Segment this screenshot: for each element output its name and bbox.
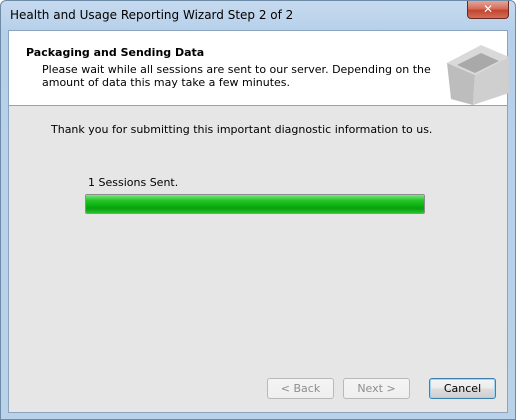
back-button[interactable]: < Back [267, 378, 334, 399]
wizard-window: Health and Usage Reporting Wizard Step 2… [0, 0, 516, 420]
cancel-button[interactable]: Cancel [429, 378, 496, 399]
progress-fill [86, 195, 424, 213]
step-description: Please wait while all sessions are sent … [42, 63, 431, 89]
close-icon: ✕ [482, 2, 494, 16]
thank-you-message: Thank you for submitting this important … [51, 123, 433, 136]
next-button[interactable]: Next > [343, 378, 410, 399]
box-icon [447, 45, 509, 105]
window-title: Health and Usage Reporting Wizard Step 2… [10, 8, 294, 22]
progress-bar [85, 194, 425, 214]
title-bar[interactable]: Health and Usage Reporting Wizard Step 2… [1, 1, 515, 29]
wizard-client-area: Packaging and Sending Data Please wait w… [8, 30, 509, 413]
step-title: Packaging and Sending Data [26, 46, 205, 59]
close-button[interactable]: ✕ [467, 1, 509, 19]
sessions-sent-label: 1 Sessions Sent. [88, 176, 179, 189]
wizard-header: Packaging and Sending Data Please wait w… [9, 31, 509, 106]
